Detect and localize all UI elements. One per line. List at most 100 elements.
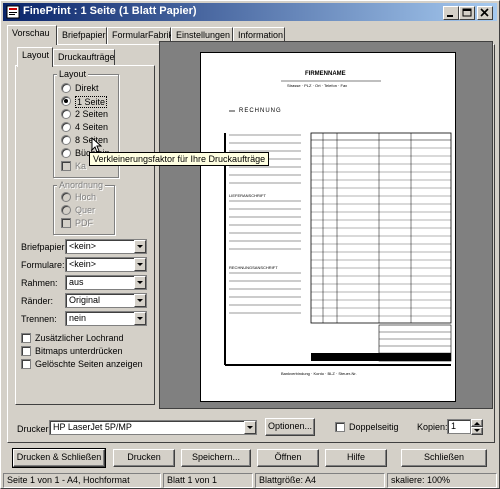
page-preview[interactable]: FIRMENNAME Strasse · PLZ · Ort · Telefon…	[159, 41, 493, 409]
checkbox-doppelseitig[interactable]	[335, 422, 345, 432]
radio-4-seiten-label: 4 Seiten	[75, 122, 109, 132]
checkbox-ka-label: Ka	[75, 161, 87, 171]
radio-hoch-label: Hoch	[75, 192, 97, 202]
preview-paper: FIRMENNAME Strasse · PLZ · Ort · Telefon…	[200, 52, 456, 402]
tab-label: Vorschau	[12, 28, 50, 38]
optionen-button[interactable]: Optionen...	[265, 418, 315, 436]
tab-label: FormularFabrik	[112, 30, 174, 40]
status-scale: skaliere: 100%	[387, 473, 497, 488]
radio-1-seite[interactable]	[61, 96, 71, 106]
trennen-select[interactable]: nein	[65, 311, 147, 326]
raender-select[interactable]: Original	[65, 293, 147, 308]
printer-value: HP LaserJet 5P/MP	[53, 422, 132, 432]
kopien-value: 1	[451, 421, 457, 431]
checkbox-ka[interactable]	[61, 161, 71, 171]
radio-4-seiten[interactable]	[61, 122, 71, 132]
radio-8-seiten[interactable]	[61, 135, 71, 145]
tab-briefpapier[interactable]: Briefpapier	[57, 27, 107, 45]
tab-label: Einstellungen	[176, 30, 231, 40]
fineprint-app-icon	[6, 5, 20, 19]
trennen-label: Trennen:	[21, 314, 57, 324]
status-sheet-size: Blattgröße: A4	[255, 473, 385, 488]
kopien-input[interactable]: 1	[447, 419, 471, 434]
rahmen-label: Rahmen:	[21, 278, 58, 288]
checkbox-bitmaps[interactable]	[21, 346, 31, 356]
subtab-layout[interactable]: Layout	[17, 47, 53, 67]
chevron-down-icon[interactable]	[134, 276, 146, 289]
chevron-down-icon[interactable]	[134, 312, 146, 325]
radio-2-seiten-label: 2 Seiten	[75, 109, 109, 119]
checkbox-pdf-label: PDF	[75, 218, 93, 228]
invoice-page-graphic	[224, 80, 452, 366]
checkbox-geloeschte-seiten[interactable]	[21, 359, 31, 369]
tab-label: Briefpapier	[62, 30, 106, 40]
arrow-up-icon	[474, 422, 480, 425]
radio-1-seite-label: 1 Seite	[75, 96, 108, 108]
radio-buechlein[interactable]	[61, 148, 71, 158]
window-title: FinePrint : 1 Seite (1 Blatt Papier)	[23, 5, 197, 17]
kopien-label: Kopien:	[417, 422, 448, 432]
radio-direkt-label: Direkt	[75, 83, 99, 93]
raender-label: Ränder:	[21, 296, 54, 306]
tooltip: Verkleinerungsfaktor für Ihre Druckauftr…	[89, 152, 270, 166]
status-sheet-info: Blatt 1 von 1	[163, 473, 253, 488]
chevron-down-icon[interactable]	[134, 240, 146, 253]
trennen-value: nein	[69, 313, 87, 323]
title-bar[interactable]: FinePrint : 1 Seite (1 Blatt Papier)	[3, 3, 497, 21]
kopien-spinner[interactable]	[471, 419, 483, 435]
rahmen-select[interactable]: aus	[65, 275, 147, 290]
chevron-down-icon[interactable]	[134, 258, 146, 271]
subtab-label: Druckaufträge	[58, 52, 115, 62]
minimize-button[interactable]	[443, 6, 459, 20]
tab-vorschau[interactable]: Vorschau	[7, 25, 57, 45]
schliessen-button[interactable]: Schließen	[401, 449, 487, 467]
radio-direkt[interactable]	[61, 83, 71, 93]
spinner-down-icon[interactable]	[471, 427, 483, 435]
briefpapier-label: Briefpapier:	[21, 242, 68, 252]
checkbox-doppelseitig-label: Doppelseitig	[349, 422, 399, 432]
maximize-icon	[462, 8, 472, 17]
hilfe-button[interactable]: Hilfe	[325, 449, 387, 467]
layout-group-title: Layout	[57, 69, 89, 79]
radio-2-seiten[interactable]	[61, 109, 71, 119]
mouse-cursor-icon	[91, 137, 102, 153]
printer-select[interactable]: HP LaserJet 5P/MP	[49, 420, 257, 435]
minimize-icon	[447, 15, 453, 17]
radio-hoch[interactable]	[61, 192, 71, 202]
checkbox-lochrand-label: Zusätzlicher Lochrand	[35, 333, 124, 343]
formulare-label: Formulare:	[21, 260, 65, 270]
formulare-select[interactable]: <kein>	[65, 257, 147, 272]
printer-label: Drucker:	[17, 424, 52, 434]
speichern-button[interactable]: Speichern...	[181, 449, 251, 467]
orientation-group-title: Anordnung	[57, 180, 106, 190]
chevron-down-icon[interactable]	[134, 294, 146, 307]
status-page-info: Seite 1 von 1 - A4, Hochformat	[3, 473, 161, 488]
raender-value: Original	[69, 295, 101, 305]
oeffnen-button[interactable]: Öffnen	[257, 449, 319, 467]
formulare-value: <kein>	[69, 259, 97, 269]
radio-quer[interactable]	[61, 205, 71, 215]
checkbox-geloeschte-seiten-label: Gelöschte Seiten anzeigen	[35, 359, 143, 369]
briefpapier-value: <kein>	[69, 241, 97, 251]
drucken-button[interactable]: Drucken	[113, 449, 175, 467]
arrow-down-icon	[474, 429, 480, 432]
checkbox-pdf[interactable]	[61, 218, 71, 228]
close-window-button[interactable]	[477, 6, 493, 20]
briefpapier-select[interactable]: <kein>	[65, 239, 147, 254]
close-icon	[480, 8, 489, 17]
doc-company-name: FIRMENNAME	[305, 71, 346, 77]
rahmen-value: aus	[69, 277, 84, 287]
checkbox-bitmaps-label: Bitmaps unterdrücken	[35, 346, 123, 356]
spinner-up-icon[interactable]	[471, 419, 483, 427]
checkbox-lochrand[interactable]	[21, 333, 31, 343]
app-window: FinePrint : 1 Seite (1 Blatt Papier) Vor…	[0, 0, 500, 489]
doc-company-subline: Strasse · PLZ · Ort · Telefon · Fax	[287, 83, 348, 88]
doc-section-lieferanschrift: LIEFERANSCHRIFT	[229, 193, 266, 198]
maximize-button[interactable]	[459, 6, 475, 20]
doc-footer: Bankverbindung · Konto · BLZ · Steuer-Nr…	[281, 371, 357, 376]
radio-quer-label: Quer	[75, 205, 96, 215]
subtab-label: Layout	[22, 50, 50, 60]
drucken-schliessen-button[interactable]: Drucken & Schließen	[12, 448, 106, 468]
doc-heading: RECHNUNG	[239, 108, 282, 114]
chevron-down-icon[interactable]	[244, 421, 256, 434]
